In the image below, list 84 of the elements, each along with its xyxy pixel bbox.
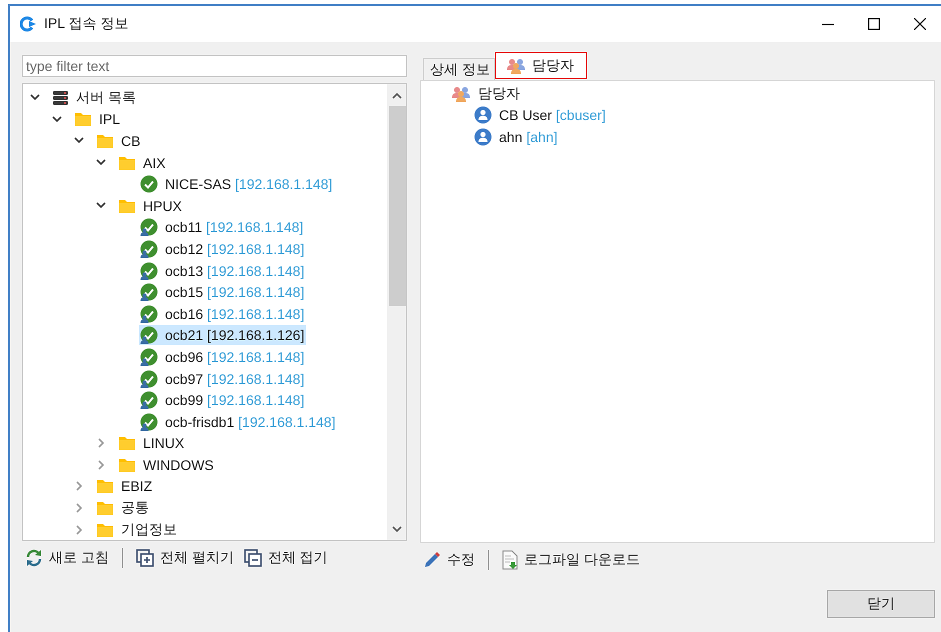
check-circle-icon: [140, 175, 158, 194]
ip-address: [192.168.1.148]: [207, 392, 304, 408]
close-icon: [914, 18, 926, 30]
tree-item[interactable]: IPL: [73, 109, 122, 130]
window-title: IPL 접속 정보: [44, 15, 128, 33]
check-user-icon: [140, 370, 158, 388]
filter-field[interactable]: type filter text: [22, 55, 407, 77]
ip-address: [192.168.1.148]: [207, 240, 304, 257]
scroll-down-icon: [392, 526, 402, 532]
tree-item[interactable]: ocb12 [192.168.1.148]: [139, 238, 306, 259]
people-icon: [451, 84, 471, 103]
tree-item[interactable]: ocb21 [192.168.1.126]: [139, 325, 306, 346]
scrollbar[interactable]: [387, 84, 406, 540]
tree-item[interactable]: 공통: [95, 498, 151, 518]
ip-address: [192.168.1.148]: [207, 306, 304, 322]
tree-item[interactable]: HPUX: [117, 196, 184, 216]
server-stack-icon: [52, 90, 69, 106]
account-id: [ahn]: [526, 128, 558, 145]
folder-icon: [118, 154, 136, 171]
expand-all-icon: [136, 549, 154, 567]
folder-icon: [118, 456, 136, 473]
maximize-icon: [868, 18, 880, 30]
scroll-up-icon: [392, 92, 402, 98]
tree-item[interactable]: ocb-frisdb1 [192.168.1.148]: [139, 412, 338, 432]
ip-address: [192.168.1.148]: [207, 348, 304, 365]
account-id: [cbuser]: [556, 107, 606, 124]
folder-icon: [96, 522, 114, 538]
tab[interactable]: 담당자: [494, 52, 587, 79]
tree-item[interactable]: ocb97 [192.168.1.148]: [139, 368, 306, 389]
folder-icon: [96, 132, 114, 149]
folder-icon: [118, 198, 136, 214]
tree-item[interactable]: ocb16 [192.168.1.148]: [139, 304, 306, 324]
folder-icon: [74, 111, 92, 128]
ip-address: [192.168.1.148]: [207, 262, 304, 279]
tree-item[interactable]: ahn [ahn]: [474, 128, 558, 146]
tree-item[interactable]: CB: [95, 130, 142, 151]
ip-address: [192.168.1.148]: [207, 370, 304, 387]
ip-address: [192.168.1.148]: [238, 414, 336, 430]
tree-item[interactable]: ocb15 [192.168.1.148]: [139, 282, 306, 302]
tree-item[interactable]: ocb13 [192.168.1.148]: [139, 260, 306, 281]
tree-item[interactable]: LINUX: [117, 433, 186, 454]
tree-item[interactable]: CB User [cbuser]: [474, 106, 606, 124]
expand-all-button[interactable]: 전체 펼치기: [132, 547, 237, 569]
ip-address: [192.168.1.148]: [235, 176, 332, 192]
edit-button[interactable]: 수정: [420, 549, 478, 571]
check-user-icon: [140, 391, 158, 410]
refresh-button[interactable]: 새로 고침: [22, 547, 112, 569]
refresh-icon: [25, 549, 43, 567]
tree-item[interactable]: ocb96 [192.168.1.148]: [139, 346, 306, 367]
tree-item[interactable]: ocb99 [192.168.1.148]: [139, 390, 306, 410]
check-user-icon: [140, 218, 158, 236]
user-icon: [474, 106, 492, 124]
file-download-icon: [502, 550, 518, 570]
tree-item[interactable]: WINDOWS: [117, 454, 216, 475]
check-user-icon: [140, 348, 158, 366]
tree-item[interactable]: 서버 목록: [51, 88, 138, 108]
check-user-icon: [140, 326, 158, 344]
check-user-icon: [140, 283, 158, 302]
folder-icon: [96, 500, 114, 516]
people-icon: [506, 56, 526, 74]
collapse-all-icon: [244, 549, 262, 567]
ip-address: [192.168.1.126]: [207, 327, 304, 344]
tab[interactable]: 상세 정보: [423, 58, 495, 80]
ip-address: [192.168.1.148]: [206, 219, 304, 236]
ip-address: [192.168.1.148]: [207, 284, 304, 300]
close-dialog-button[interactable]: 닫기: [827, 590, 935, 618]
collapse-all-button[interactable]: 전체 접기: [240, 547, 331, 569]
check-user-icon: [140, 262, 158, 280]
tree-item[interactable]: ocb11 [192.168.1.148]: [139, 217, 306, 238]
scroll-thumb[interactable]: [388, 106, 406, 306]
folder-icon: [96, 478, 114, 494]
tree-item[interactable]: AIX: [117, 152, 168, 173]
pencil-icon: [423, 551, 441, 569]
check-user-icon: [140, 412, 158, 431]
app-icon: [20, 16, 36, 32]
check-user-icon: [140, 304, 158, 323]
tree-item[interactable]: 기업정보: [95, 520, 179, 540]
tree-item[interactable]: NICE-SAS [192.168.1.148]: [139, 174, 334, 194]
folder-icon: [118, 435, 136, 452]
check-user-icon: [140, 240, 158, 258]
download-log-button[interactable]: 로그파일 다운로드: [499, 549, 643, 571]
user-icon: [474, 128, 492, 146]
tree-item[interactable]: 담당자: [451, 84, 520, 103]
tree-item[interactable]: EBIZ: [95, 476, 154, 496]
